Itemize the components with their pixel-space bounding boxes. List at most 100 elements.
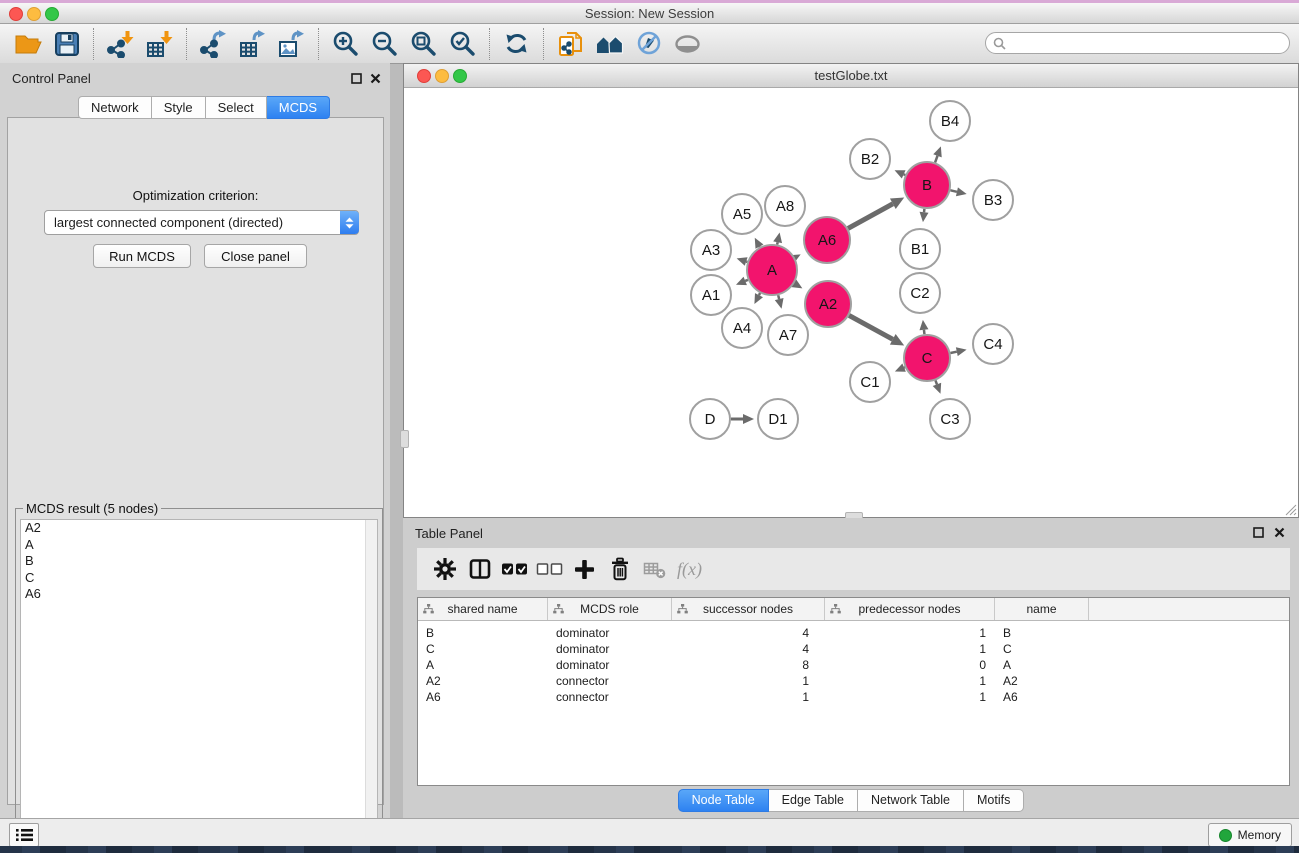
- eye-button[interactable]: [668, 27, 707, 61]
- network-canvas[interactable]: A5A8A3A1A4A7AA6A2BB2B4B3B1CC2C4C1C3DD1: [404, 88, 1298, 517]
- criterion-dropdown[interactable]: largest connected component (directed): [44, 210, 359, 235]
- import-table-button[interactable]: [140, 27, 179, 61]
- save-session-button[interactable]: [47, 27, 86, 61]
- status-bar: Memory: [0, 818, 1299, 847]
- graph-edge: [950, 352, 956, 353]
- network-window-titlebar[interactable]: testGlobe.txt: [404, 64, 1298, 88]
- table-panel: Table Panel: [403, 518, 1299, 818]
- table-row[interactable]: A6connector11A6: [418, 689, 1289, 705]
- hide-graphics-details-button[interactable]: [629, 27, 668, 61]
- column-header-shared-name[interactable]: shared name: [418, 598, 548, 620]
- function-builder-button[interactable]: f(x): [672, 559, 707, 580]
- tab-mcds[interactable]: MCDS: [267, 96, 330, 119]
- node-table: shared name MCDS role successor nodes pr…: [417, 597, 1290, 786]
- table-cell: A6: [418, 690, 548, 704]
- plus-icon: [573, 558, 596, 581]
- tab-edge-table[interactable]: Edge Table: [769, 789, 858, 812]
- refresh-layout-button[interactable]: [497, 27, 536, 61]
- search-field[interactable]: [985, 32, 1290, 54]
- resize-grip-icon[interactable]: [1284, 503, 1297, 516]
- network-graph[interactable]: A5A8A3A1A4A7AA6A2BB2B4B3B1CC2C4C1C3DD1: [404, 88, 1298, 518]
- table-cell: B: [418, 626, 548, 640]
- graph-edge-arrowhead: [956, 187, 967, 196]
- graph-node-label: B2: [861, 151, 879, 168]
- column-header-name[interactable]: name: [995, 598, 1089, 620]
- tab-network-table[interactable]: Network Table: [858, 789, 964, 812]
- vertical-scroll-thumb[interactable]: [400, 430, 409, 448]
- export-network-button[interactable]: [194, 27, 233, 61]
- graph-node-label: C2: [910, 285, 929, 302]
- table-row[interactable]: Adominator80A: [418, 657, 1289, 673]
- memory-button[interactable]: Memory: [1208, 823, 1292, 847]
- table-row[interactable]: Bdominator41B: [418, 625, 1289, 641]
- floppy-disk-icon: [54, 31, 80, 57]
- table-cell: C: [418, 642, 548, 656]
- import-network-icon: [106, 30, 136, 58]
- home-button[interactable]: [590, 27, 629, 61]
- export-network-icon: [199, 30, 229, 58]
- tab-motifs[interactable]: Motifs: [964, 789, 1024, 812]
- select-all-button[interactable]: [497, 561, 532, 577]
- zoom-in-button[interactable]: [326, 27, 365, 61]
- tab-network[interactable]: Network: [78, 96, 152, 119]
- export-table-button[interactable]: [233, 27, 272, 61]
- result-item[interactable]: A6: [21, 586, 377, 603]
- trash-icon: [609, 557, 631, 581]
- table-settings-button[interactable]: [427, 557, 462, 581]
- clone-network-button[interactable]: [551, 27, 590, 61]
- table-cell: dominator: [548, 626, 672, 640]
- dropdown-stepper: [340, 211, 359, 234]
- column-header-predecessor-nodes[interactable]: predecessor nodes: [825, 598, 995, 620]
- float-icon: [351, 73, 362, 84]
- column-type-icon: [553, 604, 564, 614]
- create-column-button[interactable]: [567, 558, 602, 581]
- zoom-selected-button[interactable]: [443, 27, 482, 61]
- task-history-button[interactable]: [9, 823, 39, 847]
- app-titlebar[interactable]: Session: New Session: [0, 3, 1299, 24]
- result-item[interactable]: A: [21, 537, 377, 554]
- zoom-fit-button[interactable]: [404, 27, 443, 61]
- export-image-button[interactable]: [272, 27, 311, 61]
- close-panel-button[interactable]: [369, 72, 382, 85]
- delete-column-button[interactable]: [602, 557, 637, 581]
- search-input[interactable]: [1010, 35, 1289, 51]
- result-scrollbar[interactable]: [365, 520, 377, 848]
- tab-node-table[interactable]: Node Table: [678, 789, 769, 812]
- import-table-icon: [145, 30, 175, 58]
- zoom-out-button[interactable]: [365, 27, 404, 61]
- result-item[interactable]: C: [21, 570, 377, 587]
- refresh-icon: [503, 30, 530, 57]
- table-cell: 8: [672, 658, 825, 672]
- run-mcds-button[interactable]: Run MCDS: [93, 244, 191, 268]
- import-network-button[interactable]: [101, 27, 140, 61]
- deselect-all-button[interactable]: [532, 561, 567, 577]
- mcds-result-title: MCDS result (5 nodes): [23, 501, 161, 516]
- toolbar-separator: [318, 28, 319, 60]
- delete-table-button[interactable]: [637, 558, 672, 580]
- table-row[interactable]: Cdominator41C: [418, 641, 1289, 657]
- zoom-fit-icon: [410, 30, 437, 57]
- graph-node-label: D1: [768, 411, 787, 428]
- result-item[interactable]: A2: [21, 520, 377, 537]
- float-table-panel-button[interactable]: [1252, 526, 1265, 539]
- graph-node-label: A6: [818, 232, 836, 249]
- tab-style[interactable]: Style: [152, 96, 206, 119]
- float-panel-button[interactable]: [350, 72, 363, 85]
- show-columns-button[interactable]: [462, 557, 497, 581]
- column-header-mcds-role[interactable]: MCDS role: [548, 598, 672, 620]
- open-session-button[interactable]: [8, 27, 47, 61]
- mcds-result-list[interactable]: A2ABCA6: [20, 519, 378, 849]
- column-header-successor-nodes[interactable]: successor nodes: [672, 598, 825, 620]
- table-row[interactable]: A2connector11A2: [418, 673, 1289, 689]
- close-table-panel-button[interactable]: [1273, 526, 1286, 539]
- tab-select[interactable]: Select: [206, 96, 267, 119]
- columns-icon: [468, 557, 492, 581]
- control-panel-title: Control Panel: [12, 71, 91, 86]
- table-toolbar: f(x): [417, 548, 1290, 590]
- export-table-icon: [238, 30, 268, 58]
- network-window-title: testGlobe.txt: [404, 68, 1298, 83]
- close-panel-button-mcds[interactable]: Close panel: [204, 244, 307, 268]
- table-cell: 1: [672, 690, 825, 704]
- result-item[interactable]: B: [21, 553, 377, 570]
- graph-edge-arrowhead: [775, 298, 784, 309]
